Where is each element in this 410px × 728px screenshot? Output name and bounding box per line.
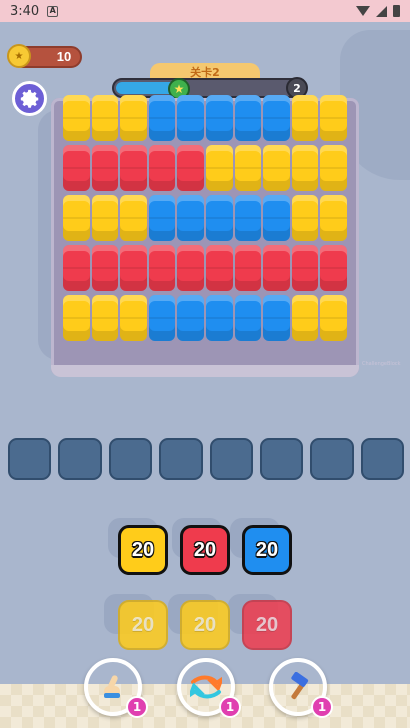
block-yellow [291,193,320,243]
block-grid [62,93,348,343]
block-blue [205,193,234,243]
block-yellow [319,93,348,143]
booster-finger-count: 1 [126,696,148,718]
block-yellow [62,293,91,343]
block-yellow [205,143,234,193]
block-yellow [291,143,320,193]
block-yellow [319,143,348,193]
finger-icon [104,675,120,698]
block-blue [234,193,263,243]
block-red [91,243,120,293]
block-blue [176,293,205,343]
booster-shuffle-button[interactable]: 1 [177,658,241,718]
waiting-counter-yellow: 20 [118,600,168,650]
block-yellow [119,293,148,343]
block-yellow [62,93,91,143]
holding-slots [8,438,404,480]
notification-icon: A [47,5,59,17]
coin-value: 10 [56,49,72,64]
block-red [176,243,205,293]
block-yellow [91,193,120,243]
block-yellow [119,193,148,243]
block-yellow [91,293,120,343]
battery-icon [393,5,400,17]
hammer-icon [291,672,309,700]
block-blue [148,193,177,243]
block-blue [262,293,291,343]
block-blue [205,93,234,143]
block-blue [234,93,263,143]
block-yellow [262,143,291,193]
waiting-counter-yellow: 20 [180,600,230,650]
block-red [205,243,234,293]
shuffle-icon [190,675,222,699]
block-yellow [291,93,320,143]
wifi-icon [356,6,370,16]
signal-icon [376,5,387,17]
block-red [319,243,348,293]
block-red [234,243,263,293]
counter-red[interactable]: 20 [180,525,230,575]
block-blue [234,293,263,343]
block-red [119,143,148,193]
block-blue [176,93,205,143]
booster-finger-button[interactable]: 1 [84,658,148,718]
block-blue [262,93,291,143]
booster-hammer-count: 1 [311,696,333,718]
empty-slot [360,438,404,480]
waiting-counter-red: 20 [242,600,292,650]
block-yellow [62,193,91,243]
watermark: ChallengeBlock [362,361,401,367]
block-yellow [319,293,348,343]
empty-slot [8,438,52,480]
block-red [291,243,320,293]
block-red [148,243,177,293]
block-blue [148,293,177,343]
block-yellow [234,143,263,193]
block-yellow [291,293,320,343]
coin-icon: ★ [7,44,31,68]
empty-slot [310,438,354,480]
block-red [176,143,205,193]
block-blue [148,93,177,143]
empty-slot [209,438,253,480]
counter-blue[interactable]: 20 [242,525,292,575]
status-bar: 3:40 A [0,0,410,22]
block-blue [176,193,205,243]
block-yellow [319,193,348,243]
block-red [62,143,91,193]
block-red [119,243,148,293]
status-time: 3:40 [10,3,40,19]
empty-slot [108,438,153,480]
block-yellow [119,93,148,143]
block-red [91,143,120,193]
block-red [62,243,91,293]
block-blue [262,193,291,243]
block-red [262,243,291,293]
block-red [148,143,177,193]
gear-icon [20,89,38,108]
counter-yellow[interactable]: 20 [118,525,168,575]
booster-shuffle-count: 1 [219,696,241,718]
empty-slot [259,438,304,480]
settings-button[interactable] [12,81,47,116]
block-blue [205,293,234,343]
board-tray-lip [51,365,359,377]
empty-slot [159,438,203,480]
block-yellow [91,93,120,143]
booster-hammer-button[interactable]: 1 [269,658,333,718]
empty-slot [58,438,102,480]
